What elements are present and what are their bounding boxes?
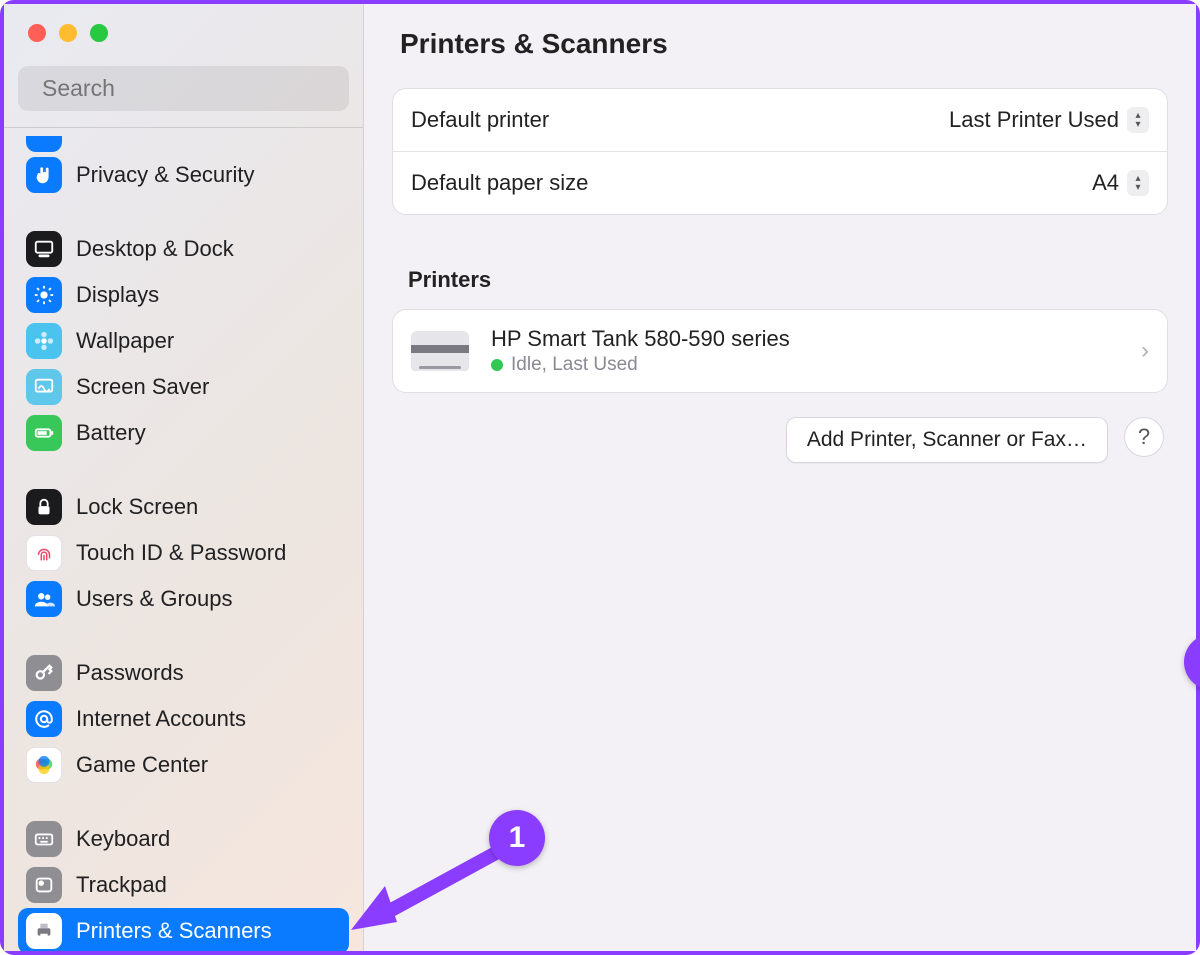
annotation-badge-2: 2: [1184, 634, 1200, 690]
chevron-right-icon: ›: [1141, 337, 1149, 365]
sidebar-item-label: Battery: [76, 420, 146, 446]
sidebar-item-label: Touch ID & Password: [76, 540, 286, 566]
sidebar-item-label: Lock Screen: [76, 494, 198, 520]
defaults-card: Default printer Last Printer Used ▴▾ Def…: [392, 88, 1168, 215]
hand-icon: [26, 157, 62, 193]
flower-icon: [26, 323, 62, 359]
printer-image-icon: [411, 331, 469, 371]
sidebar-item-wallpaper[interactable]: Wallpaper: [18, 318, 349, 364]
sidebar-items: Privacy & Security Desktop & Dock Displa…: [4, 128, 363, 951]
sun-icon: [26, 277, 62, 313]
main-content: Printers & Scanners Default printer Last…: [364, 4, 1196, 951]
sidebar-item-internet-accounts[interactable]: Internet Accounts: [18, 696, 349, 742]
sidebar-item-trackpad[interactable]: Trackpad: [18, 862, 349, 908]
printers-heading: Printers: [408, 267, 1168, 293]
updown-icon[interactable]: ▴▾: [1127, 107, 1149, 133]
sidebar-item-battery[interactable]: Battery: [18, 410, 349, 456]
sidebar-item-screen-saver[interactable]: Screen Saver: [18, 364, 349, 410]
sidebar-item-label: Passwords: [76, 660, 184, 686]
sidebar-item-game-center[interactable]: Game Center: [18, 742, 349, 788]
sidebar-item-label: Game Center: [76, 752, 208, 778]
default-paper-size-row[interactable]: Default paper size A4 ▴▾: [393, 151, 1167, 214]
sidebar-item-printers-scanners[interactable]: Printers & Scanners: [18, 908, 349, 951]
printer-name: HP Smart Tank 580-590 series: [491, 326, 790, 352]
printer-row[interactable]: HP Smart Tank 580-590 series Idle, Last …: [393, 310, 1167, 392]
updown-icon[interactable]: ▴▾: [1127, 170, 1149, 196]
sidebar-item-label: Trackpad: [76, 872, 167, 898]
sidebar-item-label: Wallpaper: [76, 328, 174, 354]
sidebar-item-label: Desktop & Dock: [76, 236, 234, 262]
lock-icon: [26, 489, 62, 525]
search-input[interactable]: [42, 75, 338, 102]
default-printer-label: Default printer: [411, 107, 549, 133]
help-button[interactable]: ?: [1124, 417, 1164, 457]
sidebar-item-label: Privacy & Security: [76, 162, 255, 188]
sidebar-item-label: Printers & Scanners: [76, 918, 272, 944]
sidebar-item-lock-screen[interactable]: Lock Screen: [18, 484, 349, 530]
sidebar-item-privacy-security[interactable]: Privacy & Security: [18, 152, 349, 198]
sidebar-item-displays[interactable]: Displays: [18, 272, 349, 318]
search-field[interactable]: [18, 66, 349, 111]
annotation-arrow-1: [339, 844, 509, 944]
add-printer-button[interactable]: Add Printer, Scanner or Fax…: [786, 417, 1108, 463]
sidebar-item-label: Screen Saver: [76, 374, 209, 400]
trackpad-icon: [26, 867, 62, 903]
users-icon: [26, 581, 62, 617]
gamecenter-icon: [26, 747, 62, 783]
default-paper-size-label: Default paper size: [411, 170, 588, 196]
sidebar-item-users-groups[interactable]: Users & Groups: [18, 576, 349, 622]
key-icon: [26, 655, 62, 691]
printer-icon: [26, 913, 62, 949]
sidebar-item-label: Internet Accounts: [76, 706, 246, 732]
at-icon: [26, 701, 62, 737]
sidebar-item-label: Users & Groups: [76, 586, 233, 612]
sidebar-item-label: Displays: [76, 282, 159, 308]
sidebar-item-touch-id[interactable]: Touch ID & Password: [18, 530, 349, 576]
sidebar-item-label: Keyboard: [76, 826, 170, 852]
sidebar: Privacy & Security Desktop & Dock Displa…: [4, 4, 364, 951]
window-controls: [4, 4, 363, 42]
sidebar-item-desktop-dock[interactable]: Desktop & Dock: [18, 226, 349, 272]
default-printer-value: Last Printer Used: [949, 107, 1119, 133]
printer-status: Idle, Last Used: [511, 354, 638, 376]
zoom-window-button[interactable]: [90, 24, 108, 42]
sidebar-item-keyboard[interactable]: Keyboard: [18, 816, 349, 862]
close-window-button[interactable]: [28, 24, 46, 42]
fingerprint-icon: [26, 535, 62, 571]
minimize-window-button[interactable]: [59, 24, 77, 42]
page-title: Printers & Scanners: [392, 4, 1168, 88]
default-paper-size-value: A4: [1092, 170, 1119, 196]
keyboard-icon: [26, 821, 62, 857]
sidebar-item-clipped: [26, 136, 62, 152]
screensaver-icon: [26, 369, 62, 405]
status-dot-icon: [491, 359, 503, 371]
sidebar-item-passwords[interactable]: Passwords: [18, 650, 349, 696]
default-printer-row[interactable]: Default printer Last Printer Used ▴▾: [393, 89, 1167, 151]
dock-icon: [26, 231, 62, 267]
battery-icon: [26, 415, 62, 451]
annotation-badge-1: 1: [489, 810, 545, 866]
printers-list: HP Smart Tank 580-590 series Idle, Last …: [392, 309, 1168, 393]
